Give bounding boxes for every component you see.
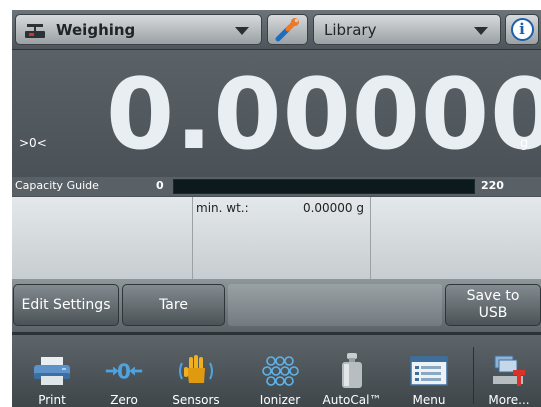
min-weight-label: min. wt.: — [196, 201, 249, 215]
print-button[interactable]: Print — [26, 335, 78, 407]
min-weight-value: 0.00000 g — [302, 201, 364, 215]
capacity-guide: Capacity Guide 0 220 — [12, 177, 541, 196]
info-cell-min-weight: min. wt.: 0.00000 g — [193, 197, 371, 279]
application-dropdown[interactable]: Weighing — [15, 14, 262, 45]
printer-icon — [32, 352, 72, 390]
zero-indicator: >0< — [19, 136, 47, 150]
edit-settings-button[interactable]: Edit Settings — [13, 284, 119, 326]
scale-icon — [24, 21, 46, 39]
capacity-min: 0 — [156, 179, 164, 192]
wrench-icon — [274, 17, 302, 43]
more-button[interactable]: More... — [480, 335, 538, 407]
library-dropdown[interactable]: Library — [313, 14, 501, 45]
zero-button[interactable]: 0 Zero — [98, 335, 150, 407]
menu-button[interactable]: Menu — [402, 335, 456, 407]
top-bar: Weighing Library i — [12, 10, 541, 50]
bottom-toolbar: Print 0 Zero Sensors Ionizer AutoCal™ Me… — [12, 332, 541, 407]
capacity-max: 220 — [481, 179, 504, 192]
action-button-row: Edit Settings Tare Save to USB — [12, 279, 541, 332]
svg-text:0: 0 — [117, 359, 131, 383]
save-usb-label: Save to USB — [467, 288, 520, 322]
more-label: More... — [488, 393, 530, 407]
menu-label: Menu — [412, 393, 446, 407]
balance-screen: Weighing Library i >0< 0.00000 g Capacit… — [12, 10, 541, 407]
more-icon — [489, 352, 529, 390]
weight-unit[interactable]: g — [520, 136, 528, 151]
ionizer-button[interactable]: Ionizer — [253, 335, 307, 407]
sensors-button[interactable]: Sensors — [166, 335, 226, 407]
info-cell-3 — [371, 197, 541, 279]
chevron-down-icon — [474, 27, 488, 35]
info-panel: min. wt.: 0.00000 g — [12, 197, 541, 279]
ionizer-icon — [260, 352, 300, 390]
save-usb-line1: Save to — [466, 288, 520, 304]
weight-icon — [332, 352, 372, 390]
capacity-bar — [173, 179, 475, 194]
save-to-usb-button[interactable]: Save to USB — [445, 284, 541, 326]
menu-icon — [409, 352, 449, 390]
info-cell-1 — [12, 197, 193, 279]
hand-sensor-icon — [176, 352, 216, 390]
chevron-down-icon — [235, 27, 249, 35]
library-label: Library — [324, 20, 377, 39]
weight-display: >0< 0.00000 g — [12, 50, 541, 177]
autocal-button[interactable]: AutoCal™ — [317, 335, 387, 407]
tare-button[interactable]: Tare — [122, 284, 225, 326]
toolbar-divider — [473, 347, 474, 404]
application-label: Weighing — [56, 20, 136, 39]
save-usb-line2: USB — [478, 305, 508, 321]
info-button[interactable]: i — [505, 14, 539, 45]
zero-icon: 0 — [104, 352, 144, 390]
print-label: Print — [38, 393, 66, 407]
zero-label: Zero — [110, 393, 138, 407]
empty-button-slot — [228, 284, 442, 326]
settings-button[interactable] — [267, 14, 308, 45]
autocal-label: AutoCal™ — [322, 393, 382, 407]
sensors-label: Sensors — [172, 393, 220, 407]
info-icon: i — [510, 18, 534, 41]
ionizer-label: Ionizer — [259, 393, 301, 407]
capacity-guide-label: Capacity Guide — [15, 179, 99, 192]
weight-reading: 0.00000 — [106, 58, 541, 172]
